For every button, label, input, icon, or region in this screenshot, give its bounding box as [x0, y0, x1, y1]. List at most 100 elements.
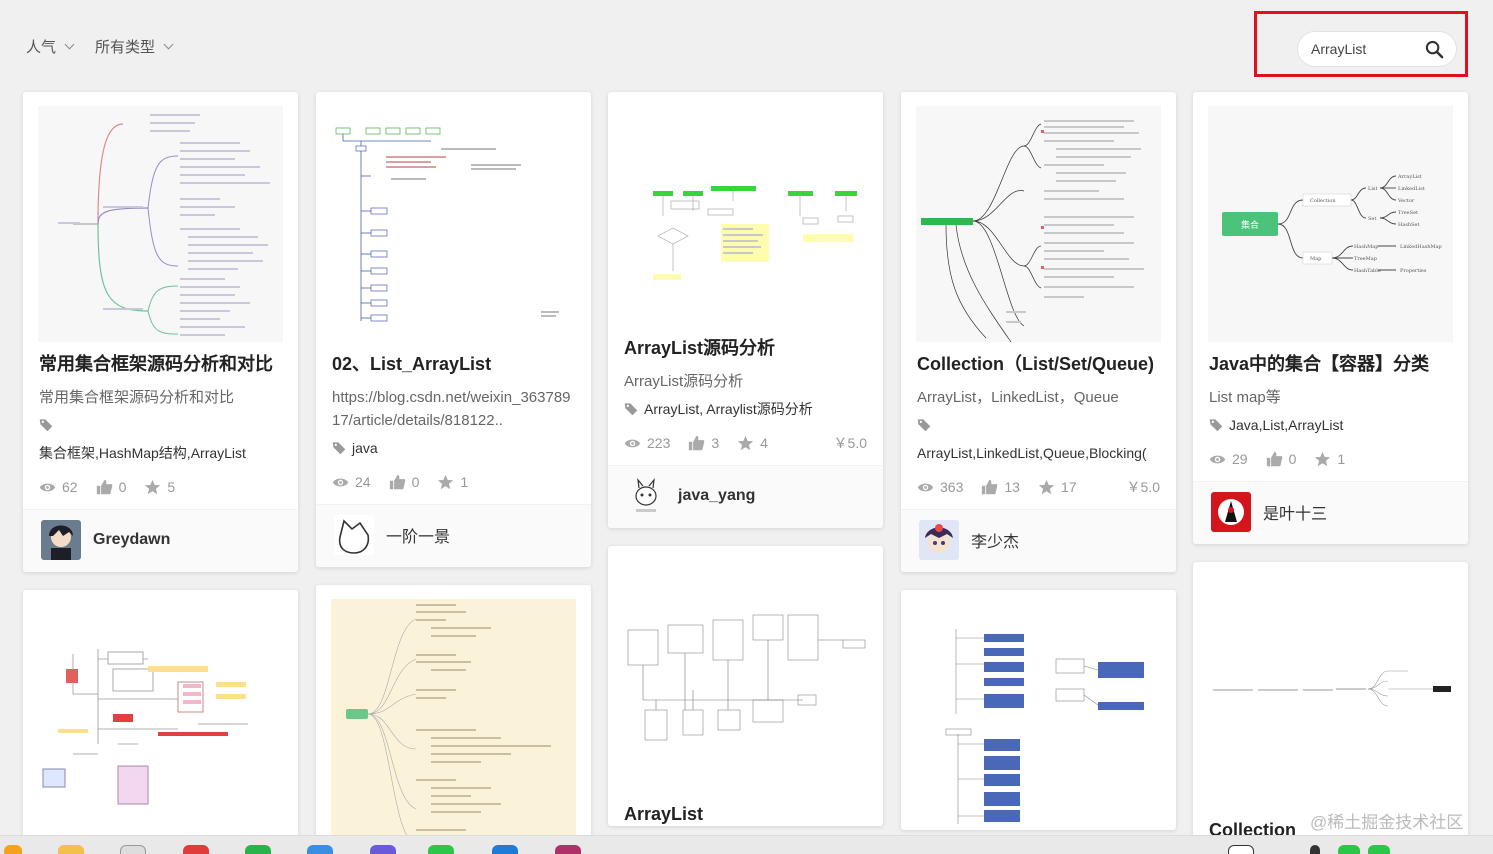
avatar[interactable]	[41, 520, 81, 560]
card-title[interactable]: 常用集合框架源码分析和对比	[39, 352, 282, 376]
likes-stat[interactable]: 0	[1266, 451, 1297, 468]
card-title[interactable]: 02、List_ArrayList	[332, 352, 575, 376]
blue-diagram-card[interactable]	[901, 590, 1176, 830]
views-stat: 29	[1209, 451, 1248, 468]
card-author[interactable]: 一阶一景	[316, 504, 591, 567]
thumbs-up-icon	[96, 479, 113, 496]
app-icon[interactable]	[245, 845, 271, 854]
author-name[interactable]: java_yang	[678, 487, 755, 505]
card-author[interactable]: java_yang	[608, 465, 883, 528]
stars-stat[interactable]: 1	[437, 474, 468, 491]
tray-icon[interactable]	[1310, 845, 1320, 854]
collection-thumbnail[interactable]	[916, 106, 1161, 342]
card-author[interactable]: 是叶十三	[1193, 481, 1468, 544]
column-4: Collection（List/Set/Queue) ArrayList，Lin…	[901, 92, 1176, 848]
author-name[interactable]: 李少杰	[971, 528, 1019, 552]
svg-text:List: List	[1368, 186, 1378, 192]
card-tags-text: Java,List,ArrayList	[1229, 417, 1344, 433]
card-stats: 29 0 1	[1209, 449, 1452, 469]
uml-card[interactable]: ArrayList	[608, 546, 883, 826]
svg-text:TreeSet: TreeSet	[1398, 210, 1418, 216]
sort-filter[interactable]: 人气	[26, 36, 75, 57]
card-description: ArrayList，LinkedList，Queue	[917, 389, 1119, 406]
app-icon[interactable]	[307, 845, 333, 854]
card-description: ArrayList源码分析	[624, 373, 744, 390]
stars-stat[interactable]: 5	[144, 479, 175, 496]
author-name[interactable]: 一阶一景	[386, 523, 450, 547]
mindmap-card[interactable]: 常用集合框架源码分析和对比 常用集合框架源码分析和对比 集合框架,HashMap…	[23, 92, 298, 572]
uml-thumbnail[interactable]	[623, 560, 868, 780]
collection-thumbnail-2[interactable]	[1208, 576, 1453, 802]
flow-card[interactable]: ArrayList源码分析 ArrayList源码分析 ArrayList, A…	[608, 92, 883, 528]
search-input[interactable]	[1311, 41, 1421, 57]
browser-icon[interactable]	[183, 845, 209, 854]
likes-stat[interactable]: 0	[389, 474, 419, 491]
flowchart-card[interactable]	[23, 590, 298, 850]
tray-icon[interactable]	[1368, 845, 1390, 854]
star-icon	[1038, 479, 1055, 496]
views-stat: 62	[39, 479, 78, 496]
card-author[interactable]: Greydawn	[23, 509, 298, 572]
likes-count: 13	[1004, 479, 1020, 495]
notepad-icon[interactable]	[120, 845, 146, 854]
flowchart-thumbnail[interactable]	[38, 604, 283, 840]
search-box[interactable]	[1297, 31, 1457, 67]
svg-text:HashSet: HashSet	[1398, 222, 1420, 228]
star-icon	[1314, 451, 1331, 468]
blue-diagram-thumbnail[interactable]	[916, 604, 1161, 830]
stars-stat[interactable]: 1	[1314, 451, 1345, 468]
app-icon[interactable]	[555, 845, 581, 854]
collection-card[interactable]: Collection（List/Set/Queue) ArrayList，Lin…	[901, 92, 1176, 572]
stars-stat[interactable]: 4	[737, 435, 768, 452]
views-count: 363	[940, 479, 964, 495]
likes-stat[interactable]: 13	[981, 479, 1020, 496]
card-tags: java	[332, 438, 575, 458]
tray-icon[interactable]	[1338, 845, 1360, 854]
type-filter[interactable]: 所有类型	[95, 36, 174, 57]
card-author[interactable]: 李少杰	[901, 509, 1176, 572]
svg-text:Properties: Properties	[1400, 268, 1427, 274]
stars-stat[interactable]: 17	[1038, 479, 1077, 496]
author-name[interactable]: 是叶十三	[1263, 500, 1327, 524]
author-name[interactable]: Greydawn	[93, 531, 170, 549]
card-title[interactable]: ArrayList源码分析	[624, 336, 867, 360]
avatar[interactable]	[334, 515, 374, 555]
likes-stat[interactable]: 0	[96, 479, 127, 496]
app-icon[interactable]	[370, 845, 396, 854]
card-title[interactable]: Java中的集合【容器】分类	[1209, 352, 1452, 376]
tree-card[interactable]: 02、List_ArrayList https://blog.csdn.net/…	[316, 92, 591, 567]
java-collections-card[interactable]: 集合 Collection Map List Set ArrayList Linked…	[1193, 92, 1468, 544]
avatar[interactable]	[1211, 492, 1251, 532]
wechat-icon[interactable]	[428, 845, 454, 854]
stars-count: 5	[167, 479, 176, 495]
mindmap-thumbnail[interactable]	[38, 106, 283, 342]
card-stats: 24 0 1	[332, 472, 575, 492]
card-tags-text: ArrayList,LinkedList,Queue,Blocking(	[917, 445, 1147, 461]
card-description: 常用集合框架源码分析和对比	[39, 389, 235, 406]
app-icon[interactable]	[492, 845, 518, 854]
flow-thumbnail[interactable]	[623, 106, 868, 326]
app-icon[interactable]	[4, 845, 22, 854]
search-icon[interactable]	[1425, 40, 1444, 59]
tray-icon[interactable]	[1228, 845, 1254, 854]
watermark: @稀土掘金技术社区	[1310, 813, 1464, 832]
svg-text:ArrayList: ArrayList	[1397, 174, 1422, 180]
mindmap-thumbnail[interactable]	[331, 599, 576, 854]
card-title[interactable]: ArrayList	[624, 804, 703, 825]
tag-icon	[39, 418, 53, 432]
svg-text:TreeMap: TreeMap	[1354, 256, 1377, 262]
sort-filter-label: 人气	[26, 39, 57, 56]
avatar[interactable]	[626, 476, 666, 516]
java-collections-thumbnail[interactable]: 集合 Collection Map List Set ArrayList Linked…	[1208, 106, 1453, 342]
tree-thumbnail[interactable]	[331, 106, 576, 342]
likes-stat[interactable]: 3	[688, 435, 719, 452]
svg-text:集合: 集合	[1241, 219, 1259, 231]
mindmap-card-2[interactable]	[316, 585, 591, 854]
avatar[interactable]	[919, 520, 959, 560]
tag-icon	[624, 402, 638, 416]
likes-count: 0	[1288, 451, 1297, 467]
folder-icon[interactable]	[58, 845, 84, 854]
likes-count: 0	[118, 479, 127, 495]
card-title[interactable]: Collection（List/Set/Queue)	[917, 352, 1160, 376]
thumbs-up-icon	[688, 435, 705, 452]
